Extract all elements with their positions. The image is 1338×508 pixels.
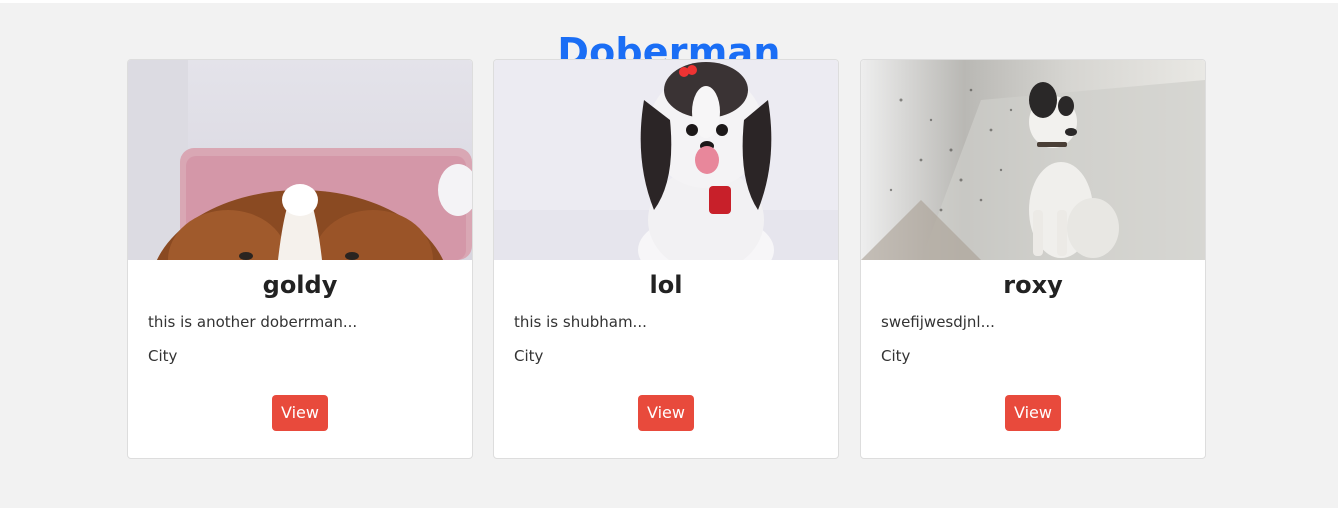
dog-photo (128, 60, 472, 260)
dog-photo (494, 60, 838, 260)
view-button[interactable]: View (1005, 395, 1061, 431)
view-button[interactable]: View (638, 395, 694, 431)
dog-card: lol this is shubham... City View (493, 59, 839, 459)
dog-name: roxy (1003, 271, 1063, 299)
dog-photo-shih-tzu-with-bow (494, 60, 838, 260)
dog-description: this is another doberrman... (148, 313, 358, 331)
dog-photo-cavalier-peeking (128, 60, 472, 260)
dog-location: City (881, 347, 911, 365)
top-strip (0, 0, 1338, 3)
dog-description: swefijwesdjnl... (881, 313, 995, 331)
dog-card: roxy swefijwesdjnl... City View (860, 59, 1206, 459)
dog-photo-white-terrier-sitting (861, 60, 1205, 260)
dog-name: lol (649, 271, 683, 299)
dog-name: goldy (262, 271, 338, 299)
dog-description: this is shubham... (514, 313, 647, 331)
dog-card: goldy this is another doberrman... City … (127, 59, 473, 459)
dog-location: City (148, 347, 178, 365)
view-button[interactable]: View (272, 395, 328, 431)
dog-location: City (514, 347, 544, 365)
dog-photo (861, 60, 1205, 260)
